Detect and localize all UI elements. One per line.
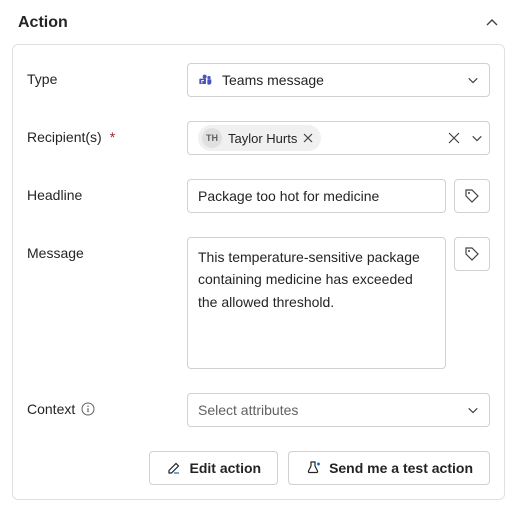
label-type: Type: [27, 63, 187, 87]
test-icon: [305, 460, 321, 476]
collapse-chevron-icon[interactable]: [485, 16, 499, 30]
headline-input[interactable]: [187, 179, 446, 213]
teams-icon: [198, 72, 214, 88]
avatar: TH: [202, 128, 222, 148]
remove-chip-icon[interactable]: [303, 133, 313, 143]
message-textarea[interactable]: [187, 237, 446, 369]
recipient-chip[interactable]: TH Taylor Hurts: [198, 125, 321, 151]
row-message: Message: [27, 237, 490, 369]
chevron-down-icon: [467, 404, 479, 416]
info-icon[interactable]: [81, 402, 95, 416]
message-tags-button[interactable]: [454, 237, 490, 271]
type-select[interactable]: Teams message: [187, 63, 490, 97]
row-type: Type Teams message: [27, 63, 490, 97]
action-panel: Type Teams message Recipient(s) *: [12, 44, 505, 500]
footer-buttons: Edit action Send me a test action: [27, 451, 490, 485]
recipient-name: Taylor Hurts: [228, 131, 297, 146]
chevron-down-icon[interactable]: [471, 132, 483, 144]
tag-icon: [464, 188, 480, 204]
chevron-down-icon: [467, 74, 479, 86]
row-recipients: Recipient(s) * TH Taylor Hurts: [27, 121, 490, 155]
headline-tags-button[interactable]: [454, 179, 490, 213]
send-test-action-button[interactable]: Send me a test action: [288, 451, 490, 485]
label-context: Context: [27, 393, 187, 417]
label-recipients: Recipient(s) *: [27, 121, 187, 145]
tag-icon: [464, 246, 480, 262]
row-context: Context Select attributes: [27, 393, 490, 427]
type-value: Teams message: [222, 72, 324, 88]
context-placeholder: Select attributes: [198, 402, 298, 418]
label-message: Message: [27, 237, 187, 261]
clear-all-icon[interactable]: [447, 131, 461, 145]
edit-action-button[interactable]: Edit action: [149, 451, 279, 485]
label-headline: Headline: [27, 179, 187, 203]
edit-icon: [166, 460, 182, 476]
panel-header[interactable]: Action: [0, 0, 517, 44]
panel-title: Action: [18, 14, 68, 32]
row-headline: Headline: [27, 179, 490, 213]
required-mark: *: [110, 129, 115, 145]
context-select[interactable]: Select attributes: [187, 393, 490, 427]
recipients-input[interactable]: TH Taylor Hurts: [187, 121, 490, 155]
